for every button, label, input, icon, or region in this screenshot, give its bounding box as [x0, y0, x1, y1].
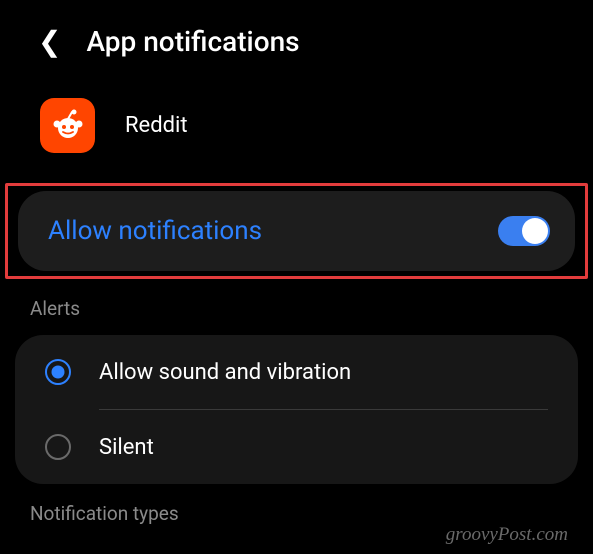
- app-row: Reddit: [0, 78, 593, 183]
- reddit-app-icon: [40, 98, 95, 153]
- allow-notifications-toggle[interactable]: [498, 216, 550, 246]
- highlight-annotation: Allow notifications: [5, 183, 588, 279]
- radio-label: Silent: [99, 435, 154, 460]
- radio-icon: [45, 434, 71, 460]
- page-title: App notifications: [86, 25, 299, 58]
- watermark-text: groovyPost.com: [446, 524, 568, 546]
- back-icon[interactable]: ❮: [38, 25, 61, 58]
- alerts-section-header: Alerts: [0, 279, 593, 330]
- radio-label: Allow sound and vibration: [99, 360, 351, 385]
- alerts-card: Allow sound and vibration Silent: [15, 335, 578, 484]
- allow-notifications-card: Allow notifications: [18, 191, 575, 271]
- allow-notifications-label: Allow notifications: [48, 216, 262, 246]
- app-name-label: Reddit: [125, 113, 188, 138]
- toggle-knob: [522, 218, 548, 244]
- radio-icon: [45, 359, 71, 385]
- header-bar: ❮ App notifications: [0, 0, 593, 78]
- reddit-icon: [48, 106, 88, 146]
- radio-option-silent[interactable]: Silent: [15, 410, 578, 484]
- radio-option-sound-vibration[interactable]: Allow sound and vibration: [15, 335, 578, 409]
